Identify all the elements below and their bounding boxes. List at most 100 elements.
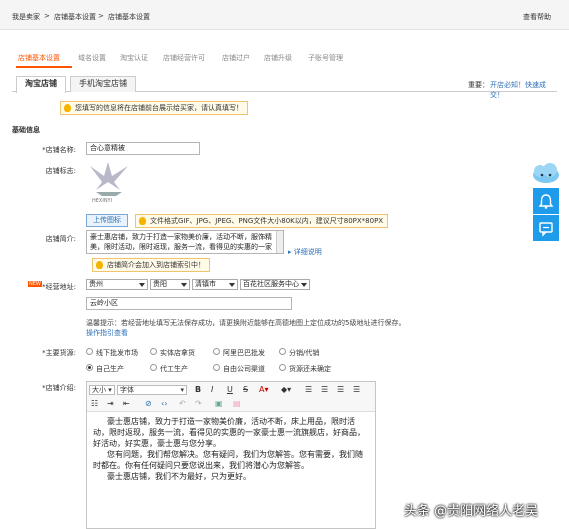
media-icon[interactable]: ▤	[233, 399, 241, 409]
breadcrumb-shop-settings[interactable]: 店铺基本设置	[54, 12, 96, 22]
editor-content[interactable]: 豪士惠店铺，致力于打造一家物美价廉，活动不断，床上用品，限时活动，限时返现，服务…	[93, 416, 369, 482]
cloud-mascot-icon[interactable]	[531, 163, 561, 185]
strike-button[interactable]: S	[243, 385, 248, 395]
desc-paragraph: 豪士惠店铺，致力于打造一家物美价廉，活动不断，床上用品，限时活动，限时返现，服务…	[93, 417, 365, 448]
chevron-down-icon	[229, 283, 235, 287]
desc-paragraph: 豪士惠店铺，我们不为最好，只为更好。	[107, 472, 251, 481]
important-label: 重要：	[468, 81, 489, 89]
radio-label: 代工生产	[160, 365, 188, 373]
chat-icon	[539, 222, 553, 237]
logo-text: HEXINYI	[92, 198, 113, 204]
intro-notice-text: 店铺简介会加入到店铺索引中！	[107, 261, 205, 269]
tab-certification[interactable]: 淘宝认证	[120, 53, 148, 63]
radio-distribution[interactable]	[279, 348, 286, 355]
radio-alibaba[interactable]	[213, 348, 220, 355]
address-detail-input[interactable]: 云岭小区	[86, 297, 292, 310]
tab-mobile-shop[interactable]: 手机淘宝店铺	[70, 76, 136, 92]
radio-label: 实体店拿货	[160, 349, 195, 357]
indent-icon[interactable]: ⇥	[107, 399, 114, 409]
tab-upgrade[interactable]: 店铺升级	[264, 53, 292, 63]
underline-button[interactable]: U	[227, 385, 233, 395]
city-select[interactable]: 贵阳	[150, 279, 190, 290]
radio-label: 自己生产	[96, 365, 124, 373]
tab-taobao-shop[interactable]: 淘宝店铺	[16, 76, 66, 93]
secondary-tabs: 淘宝店铺 手机淘宝店铺 重要： 开店必知！快速成交！	[12, 76, 557, 99]
help-link[interactable]: 查看帮助	[523, 12, 551, 22]
detail-link[interactable]: ▸ 详细说明	[288, 247, 322, 257]
main-source-label: *主要货源:	[42, 349, 76, 357]
bulb-icon	[139, 217, 146, 225]
intro-notice: 店铺简介会加入到店铺索引中！	[92, 258, 210, 272]
district-select[interactable]: 清镇市	[192, 279, 238, 290]
link-icon[interactable]: ⊘	[145, 399, 152, 409]
bell-icon	[538, 194, 554, 209]
chat-button[interactable]	[533, 215, 559, 241]
logo-hint: 文件格式GIF、JPG、JPEG、PNG文件大小80K以内，建议尺寸80PX*8…	[135, 214, 389, 228]
font-color-icon[interactable]: A▾	[259, 385, 269, 395]
guide-link[interactable]: 操作指引查看	[86, 329, 128, 337]
radio-label: 阿里巴巴批发	[223, 349, 265, 357]
shop-intro-text: 豪士惠店铺，致力于打造一家物美价廉，活动不断，服饰精美，限时活动，限时返现，服务…	[90, 233, 272, 251]
shop-name-input[interactable]: 合心意精被	[86, 142, 200, 155]
ordered-list-icon[interactable]: ☷	[91, 399, 98, 409]
image-icon[interactable]: ▣	[215, 399, 223, 409]
notice-text: 您填写的信息将在店铺前台展示给买家，请认真填写！	[75, 104, 243, 112]
logo-hint-text: 文件格式GIF、JPG、JPEG、PNG文件大小80K以内，建议尺寸80PX*8…	[150, 217, 384, 225]
bulb-icon	[64, 104, 71, 112]
address-tip: 温馨提示：若经营地址填写无法保存成功，请更换附近能够在高德地图上定位成功的5级地…	[86, 319, 406, 337]
radio-oem[interactable]	[150, 364, 157, 371]
notification-button[interactable]	[533, 188, 559, 214]
tab-domain[interactable]: 域名设置	[78, 53, 106, 63]
chevron-down-icon	[301, 283, 307, 287]
bold-button[interactable]: B	[195, 385, 201, 395]
radio-undecided[interactable]	[279, 364, 286, 371]
outdent-icon[interactable]: ⇤	[123, 399, 130, 409]
radio-own-channel[interactable]	[213, 364, 220, 371]
radio-offline-market[interactable]	[86, 348, 93, 355]
align-justify-icon[interactable]: ☰	[353, 385, 360, 395]
shop-logo-label: 店铺标志:	[45, 167, 76, 175]
redo-icon[interactable]: ↷	[195, 399, 202, 409]
tab-sub-account[interactable]: 子账号管理	[308, 53, 343, 63]
watermark-text: 头条 @贵阳网络人老吴	[404, 504, 539, 519]
align-center-icon[interactable]: ☰	[321, 385, 328, 395]
font-size-select[interactable]: 大小 ▾	[89, 385, 115, 395]
tab-basic-settings[interactable]: 店铺基本设置	[18, 53, 60, 63]
shop-intro-textarea[interactable]: 豪士惠店铺，致力于打造一家物美价廉，活动不断，服饰精美，限时活动，限时返现，服务…	[86, 230, 284, 254]
breadcrumb-seller[interactable]: 我是卖家	[12, 12, 40, 22]
align-right-icon[interactable]: ☰	[337, 385, 344, 395]
radio-label: 自由公司渠道	[223, 365, 265, 373]
radio-self-produced[interactable]	[86, 364, 93, 371]
font-family-select[interactable]: 字体 ▾	[117, 385, 187, 395]
align-left-icon[interactable]: ☰	[305, 385, 312, 395]
radio-physical-store[interactable]	[150, 348, 157, 355]
shop-intro-label: 店铺简介:	[45, 235, 76, 243]
breadcrumb: 我是卖家 > 店铺基本设置 > 店铺基本设置 查看帮助	[0, 0, 569, 30]
address-label: *经营地址:	[42, 283, 76, 291]
street-select[interactable]: 百花社区服务中心	[240, 279, 310, 290]
section-title: 基础信息	[12, 126, 40, 134]
quick-guide-link[interactable]: 开店必知！快速成交！	[490, 80, 557, 100]
primary-tabs: 店铺基本设置 域名设置 淘宝认证 店铺经营许可 店铺过户 店铺升级 子账号管理	[12, 48, 557, 68]
bg-color-icon[interactable]: ◆▾	[281, 385, 291, 395]
radio-label: 线下批发市场	[96, 349, 138, 357]
info-notice: 您填写的信息将在店铺前台展示给买家，请认真填写！	[60, 101, 248, 115]
tab-license[interactable]: 店铺经营许可	[163, 53, 205, 63]
upload-logo-button[interactable]: 上传图标	[86, 214, 128, 227]
bulb-icon	[96, 261, 103, 269]
breadcrumb-current: 店铺基本设置	[108, 13, 150, 21]
shop-desc-label: *店铺介绍:	[42, 384, 76, 392]
undo-icon[interactable]: ↶	[179, 399, 186, 409]
italic-button[interactable]: I	[211, 385, 213, 395]
province-select[interactable]: 贵州	[86, 279, 148, 290]
code-icon[interactable]: ‹›	[161, 399, 167, 409]
chevron-down-icon	[139, 283, 145, 287]
shop-logo-image: HEXINYI	[86, 160, 132, 208]
tab-transfer[interactable]: 店铺过户	[222, 53, 250, 63]
scrollbar[interactable]	[276, 231, 283, 253]
radio-label: 货源还未确定	[289, 365, 331, 373]
active-tab-indicator	[16, 66, 72, 68]
rich-text-editor: 大小 ▾ 字体 ▾ B I U S A▾ ◆▾ ☰ ☰ ☰ ☰ ☷ ⇥ ⇤ ⊘ ‹…	[86, 381, 376, 529]
breadcrumb-sep: >	[98, 12, 104, 20]
shop-name-label: *店铺名称:	[42, 146, 76, 154]
